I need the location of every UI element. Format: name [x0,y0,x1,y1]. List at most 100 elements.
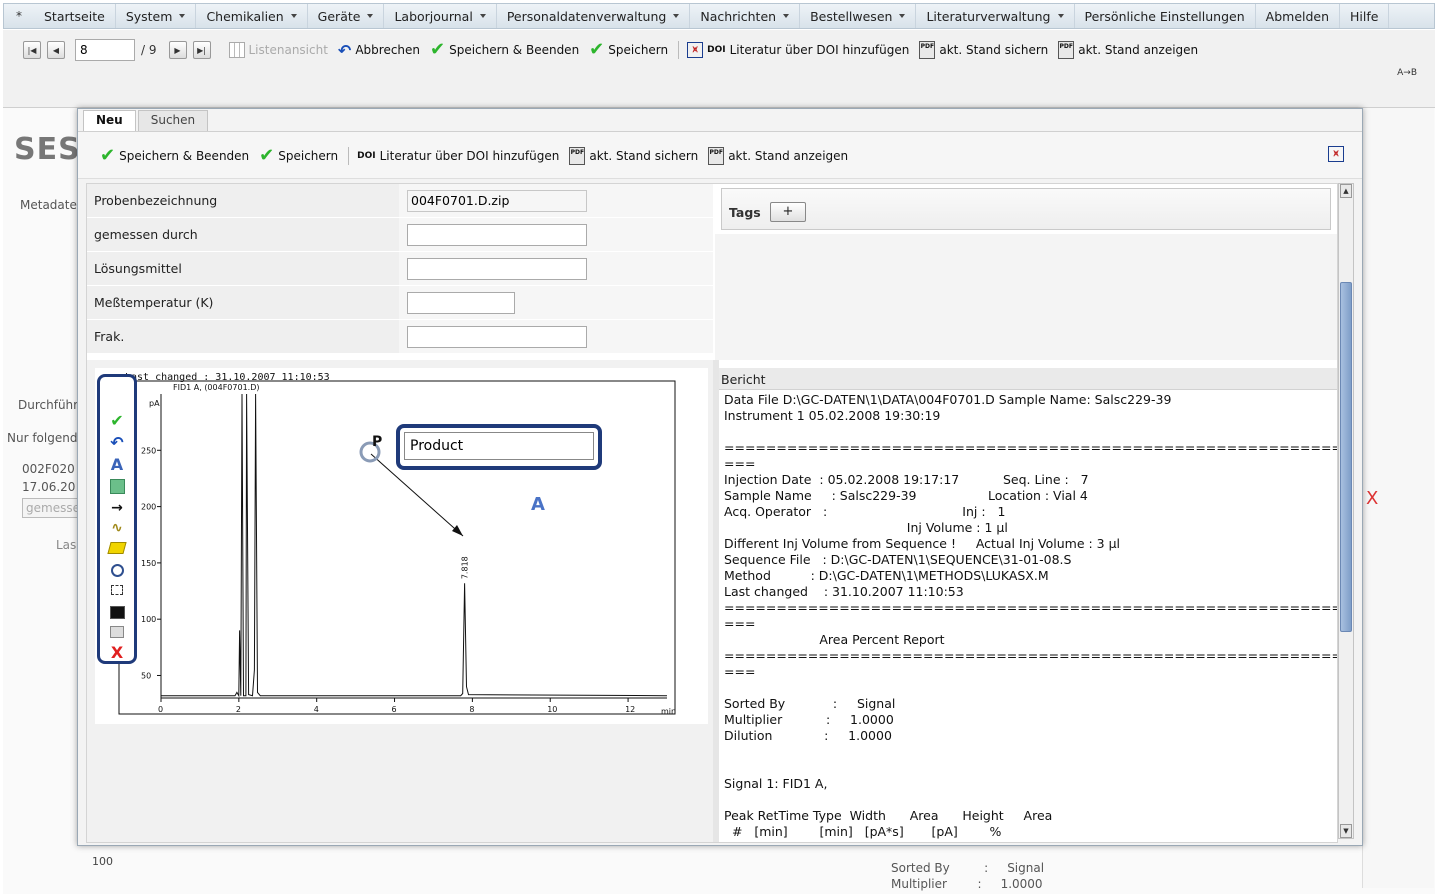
check-undo-icon: ✔ [430,39,446,60]
save-button[interactable]: ✔ Speichern [589,41,668,59]
show-snapshot-label: akt. Stand anzeigen [1078,43,1199,57]
modal-save-button[interactable]: ✔ Speichern [259,147,338,165]
modal-save-and-close-label: Speichern & Beenden [119,149,250,163]
cancel-button[interactable]: ↶ Abbrechen [338,41,420,60]
spectrum-icon[interactable]: ⩙ [1328,146,1344,162]
menu-item-label: Bestellwesen [810,8,893,24]
chart-x-tick-label: 4 [314,705,319,714]
first-page-button[interactable]: |◀ [23,41,41,59]
annotation-text-input[interactable] [404,432,594,460]
menu-item-label: Hilfe [1350,8,1379,24]
show-snapshot-button[interactable]: PDF akt. Stand anzeigen [1058,41,1198,59]
add-tag-button[interactable]: + [770,202,806,222]
modal-doi-import-label: Literatur über DOI hinzufügen [379,149,560,163]
scroll-up-icon[interactable]: ▲ [1340,184,1352,198]
menu-item-label: Persönliche Einstellungen [1084,8,1245,24]
chart-x-tick-label: 0 [158,705,163,714]
prev-page-button[interactable]: ◀ [47,41,65,59]
gemessen-field[interactable] [407,223,587,246]
menu-item-hilfe[interactable]: Hilfe [1340,4,1390,28]
chart-x-tick-label: 8 [469,705,474,714]
modal-save-snapshot-button[interactable]: PDF akt. Stand sichern [569,147,698,165]
menu-item-system[interactable]: System [116,4,197,28]
menu-item-laborjournal[interactable]: Laborjournal [384,4,497,28]
undo-icon[interactable]: ↶ [107,433,127,452]
chart-x-tick-label: 10 [547,705,557,714]
menu-item-personaldatenverwaltung[interactable]: Personaldatenverwaltung [497,4,691,28]
chevron-down-icon [899,14,906,18]
menu-item-label: Literaturverwaltung [926,8,1051,24]
scroll-thumb[interactable] [1340,282,1352,632]
tags-box: Tags + [721,188,1331,230]
arrow-tool-icon[interactable]: → [107,499,127,517]
chart-y-tick-label: 100 [141,615,156,624]
menu-item-bestellwesen[interactable]: Bestellwesen [800,4,917,28]
scroll-down-icon[interactable]: ▼ [1340,824,1352,838]
image-tool-icon[interactable] [107,477,127,495]
form-row-temperatur: Meßtemperatur (K) [87,286,713,320]
modal-save-snapshot-label: akt. Stand sichern [589,149,699,163]
tab-suchen[interactable]: Suchen [137,110,209,131]
temperatur-label: Meßtemperatur (K) [87,286,399,319]
chart-y-tick-label: 50 [141,671,151,680]
loesungsmittel-field[interactable] [407,257,587,280]
line-color-icon[interactable] [107,623,127,641]
circle-tool-icon[interactable] [107,561,127,579]
menu-item-persönliche-einstellungen[interactable]: Persönliche Einstellungen [1075,4,1256,28]
next-page-button[interactable]: ▶ [168,41,187,59]
menu-item-label: Nachrichten [700,8,777,24]
background-close-icon: X [1366,488,1379,509]
sample-form: Probenbezeichnung gemessen durch Lösungs… [87,184,713,354]
background-filter-label: Nur folgend [7,431,78,445]
rectangle-tool-icon[interactable] [107,581,127,599]
menu-item-abmelden[interactable]: Abmelden [1256,4,1341,28]
analysis-modal: Neu Suchen ✔ Speichern & Beenden ✔ Speic… [77,108,1363,846]
menu-item-startseite[interactable]: Startseite [34,4,116,28]
modal-scrollbar[interactable]: ▲ ▼ [1338,183,1354,839]
modal-save-and-close-button[interactable]: ✔ Speichern & Beenden [100,147,250,165]
last-page-button[interactable]: ▶| [192,41,211,59]
menu-item-chemikalien[interactable]: Chemikalien [196,4,308,28]
chart-y-tick-label: 250 [141,446,156,455]
annotation-label-fragment: P [372,434,382,450]
chart-y-label: pA [149,399,160,408]
accept-annotation-icon[interactable]: ✔ [107,411,127,430]
modal-toolbar: ✔ Speichern & Beenden ✔ Speichern DOI Li… [78,131,1362,179]
highlighter-tool-icon[interactable] [107,539,127,557]
pdf-view-icon: PDF [708,147,725,165]
spectrum-icon: ⩙ [687,42,704,58]
probenbezeichnung-field[interactable] [407,189,587,212]
background-durchfuehrung-label: Durchführ [18,398,79,412]
tags-label: Tags [729,205,761,220]
page-number-input[interactable] [75,39,135,61]
form-row-loesungsmittel: Lösungsmittel [87,252,713,286]
tab-neu[interactable]: Neu [83,110,136,131]
modal-doi-import-button[interactable]: DOI Literatur über DOI hinzufügen [357,149,559,163]
save-and-close-label: Speichern & Beenden [449,43,580,57]
swap-arrows-icon[interactable]: A→B [1397,68,1417,78]
list-view-button[interactable]: Listenansicht [228,42,328,58]
menu-item-nachrichten[interactable]: Nachrichten [690,4,801,28]
menu-item-geräte[interactable]: Geräte [308,4,385,28]
doi-icon: DOI [707,45,726,55]
doi-import-button[interactable]: ⩙ DOI Literatur über DOI hinzufügen [687,42,909,58]
undo-icon: ↶ [337,40,352,60]
temperatur-field[interactable] [407,291,515,314]
chart-x-tick-label: 12 [625,705,635,714]
toolbar-separator [678,41,680,59]
freehand-tool-icon[interactable]: ∿ [107,519,127,537]
save-and-close-button[interactable]: ✔ Speichern & Beenden [430,39,580,60]
frak-field[interactable] [407,325,587,348]
modal-show-snapshot-button[interactable]: PDF akt. Stand anzeigen [708,147,848,165]
text-annotation-icon[interactable]: A [531,494,545,515]
delete-annotation-icon[interactable]: X [107,643,127,662]
chart-series-label: FID1 A, (004F0701.D) [173,383,260,392]
text-tool-icon[interactable]: A [107,455,127,474]
menu-item-literaturverwaltung[interactable]: Literaturverwaltung [916,4,1075,28]
fill-color-icon[interactable] [107,603,127,621]
chromatogram[interactable]: Last changed : 31.10.2007 11:10:53 FID1 … [95,368,708,724]
chevron-down-icon [1057,14,1064,18]
save-snapshot-button[interactable]: PDF akt. Stand sichern [919,41,1048,59]
menu-star[interactable]: * [4,9,34,23]
background-metadaten-label: Metadaten [20,198,85,212]
